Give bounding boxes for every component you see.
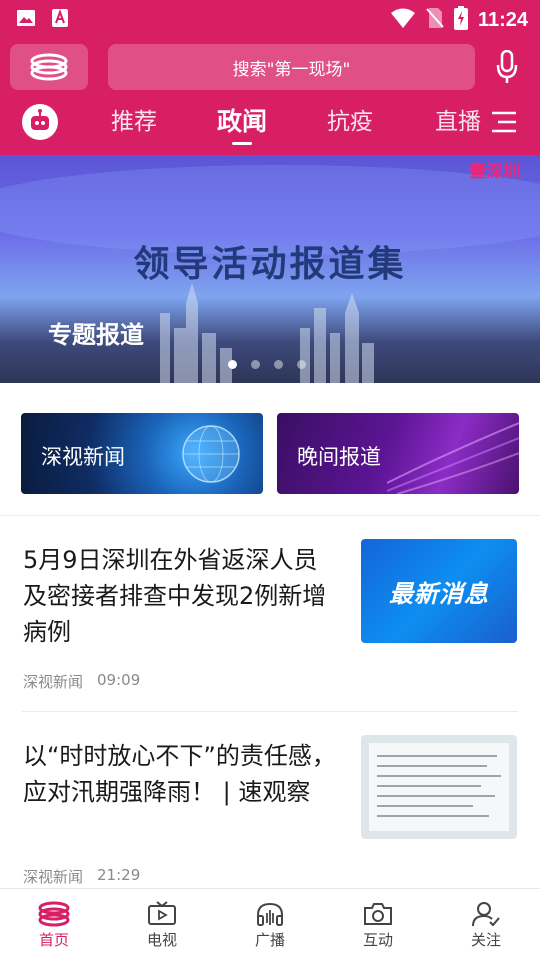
font-app-icon xyxy=(50,8,70,32)
news-time: 21:29 xyxy=(97,866,141,884)
news-source: 深视新闻 xyxy=(23,673,84,691)
tab-epidemic[interactable]: 抗疫 xyxy=(296,100,404,146)
tab-recommend[interactable]: 推荐 xyxy=(80,100,188,146)
nav-label: 互动 xyxy=(362,931,393,949)
no-sim-icon xyxy=(426,7,444,33)
category-card-evening-report[interactable]: 晚间报道 xyxy=(277,413,519,494)
nav-label: 关注 xyxy=(470,931,501,949)
battery-charging-icon xyxy=(453,6,468,34)
category-label: 晚间报道 xyxy=(297,445,381,469)
app-logo-icon xyxy=(30,53,68,81)
camera-icon xyxy=(364,903,392,925)
news-source: 深视新闻 xyxy=(23,868,84,886)
search-input[interactable]: 搜索"第一现场" xyxy=(108,44,475,90)
nav-label: 电视 xyxy=(146,931,177,949)
status-bar: 11:24 xyxy=(0,0,540,36)
nav-label: 首页 xyxy=(38,931,69,949)
divider xyxy=(0,515,540,516)
news-thumbnail: 最新消息 xyxy=(361,539,517,643)
thumbnail-text: 最新消息 xyxy=(389,579,489,608)
home-logo-icon xyxy=(38,901,70,927)
nav-label: 广播 xyxy=(254,931,285,949)
news-thumbnail xyxy=(361,735,517,839)
divider xyxy=(22,711,518,712)
carousel-dot[interactable] xyxy=(274,360,283,369)
gallery-icon xyxy=(16,8,36,32)
carousel-dot[interactable] xyxy=(297,360,306,369)
category-card-shenshi-news[interactable]: 深视新闻 xyxy=(21,413,263,494)
nav-radio[interactable]: 广播 xyxy=(216,889,324,960)
app-logo-button[interactable] xyxy=(10,44,88,90)
app-header: 11:24 搜索"第一现场" 推荐 政闻 抗疫 直播 xyxy=(0,0,540,155)
banner-carousel[interactable]: 壹深圳 领导活动报道集 专题报道 xyxy=(0,155,540,383)
light-streak-graphic xyxy=(387,422,519,494)
nav-tv[interactable]: 电视 xyxy=(108,889,216,960)
nav-follow[interactable]: 关注 xyxy=(432,889,540,960)
category-label: 深视新闻 xyxy=(41,445,125,469)
banner-brand-label: 壹深圳 xyxy=(469,162,520,182)
news-title: 5月9日深圳在外省返深人员及密接者排查中发现2例新增病例 xyxy=(23,546,327,646)
user-follow-icon xyxy=(472,902,500,927)
banner-subtitle: 专题报道 xyxy=(48,321,144,349)
tv-icon xyxy=(148,901,176,925)
nav-home[interactable]: 首页 xyxy=(0,889,108,960)
news-meta: 深视新闻 09:09 xyxy=(23,671,140,692)
carousel-dot[interactable] xyxy=(228,360,237,369)
robot-assistant-icon[interactable] xyxy=(22,104,58,140)
clock: 11:24 xyxy=(477,8,528,31)
carousel-indicator xyxy=(228,360,306,369)
headphones-icon xyxy=(257,902,283,926)
microphone-icon[interactable] xyxy=(492,48,522,86)
channel-tabs: 推荐 政闻 抗疫 直播 xyxy=(80,100,512,146)
news-meta: 深视新闻 21:29 xyxy=(23,866,140,887)
bottom-navigation: 首页 电视 广播 互动 关注 xyxy=(0,888,540,960)
globe-graphic xyxy=(182,425,240,483)
document-preview-image xyxy=(369,743,509,831)
wifi-icon xyxy=(390,7,416,33)
tab-politics[interactable]: 政闻 xyxy=(188,100,296,146)
carousel-dot[interactable] xyxy=(251,360,260,369)
menu-icon[interactable] xyxy=(490,110,518,134)
news-time: 09:09 xyxy=(97,671,141,689)
search-placeholder: 搜索"第一现场" xyxy=(232,59,351,80)
news-item[interactable]: 5月9日深圳在外省返深人员及密接者排查中发现2例新增病例 深视新闻 09:09 … xyxy=(0,538,540,708)
nav-interact[interactable]: 互动 xyxy=(324,889,432,960)
news-item[interactable]: 以“时时放心不下”的责任感，应对汛期强降雨！ | 速观察 深视新闻 21:29 xyxy=(0,734,540,888)
news-title: 以“时时放心不下”的责任感，应对汛期强降雨！ | 速观察 xyxy=(23,742,336,806)
